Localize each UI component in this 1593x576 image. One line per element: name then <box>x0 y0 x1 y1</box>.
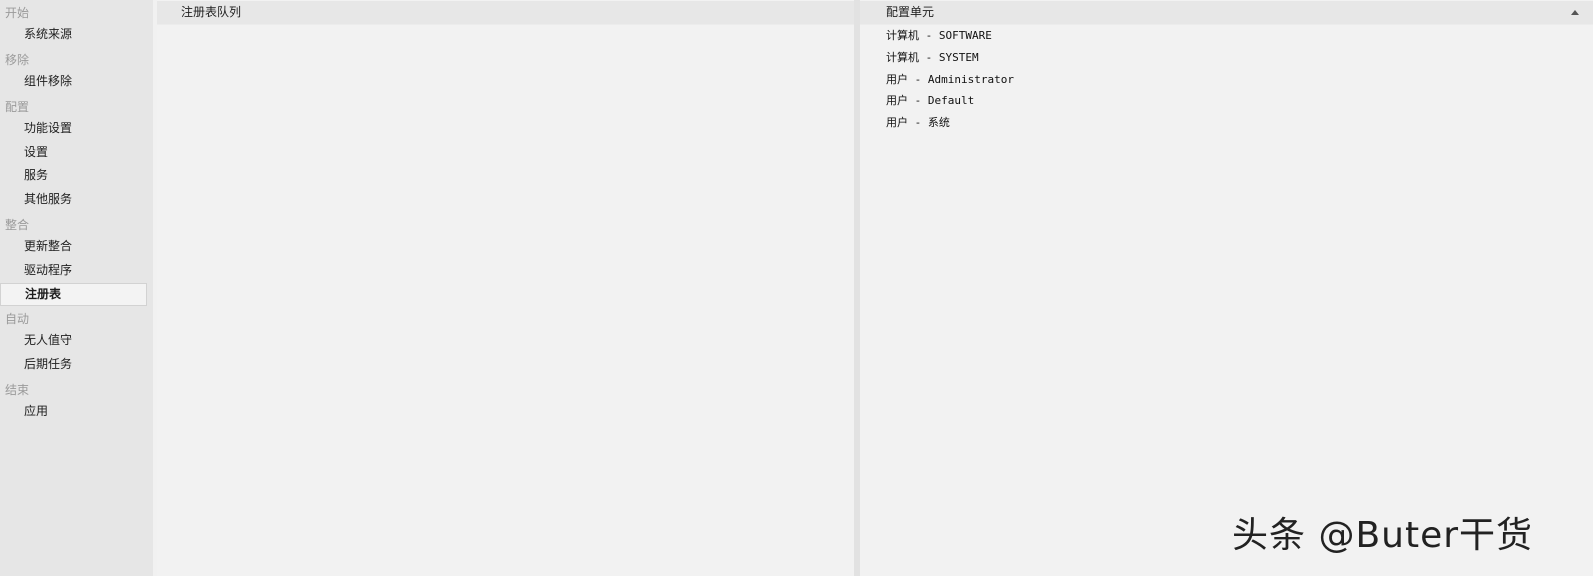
sidebar-item-component-removal[interactable]: 组件移除 <box>0 70 147 93</box>
sidebar-item-services[interactable]: 服务 <box>0 164 147 187</box>
sidebar: 开始 系统来源 移除 组件移除 配置 功能设置 设置 服务 其他服务 整合 更新… <box>0 0 153 576</box>
hive-row-computer-software[interactable]: 计算机 - SOFTWARE <box>886 26 992 46</box>
sidebar-section-start: 开始 <box>5 6 30 20</box>
watermark: 头条 @Buter干货 <box>1232 515 1534 556</box>
hive-column-title: 配置单元 <box>886 5 935 19</box>
sidebar-section-configure: 配置 <box>5 100 30 114</box>
sidebar-item-post-setup[interactable]: 后期任务 <box>0 353 147 376</box>
hive-row-user-administrator[interactable]: 用户 - Administrator <box>886 70 1014 90</box>
sort-ascending-icon <box>1571 10 1579 15</box>
sidebar-item-other-services[interactable]: 其他服务 <box>0 188 147 211</box>
sidebar-section-automate: 自动 <box>5 312 30 326</box>
registry-queue-title: 注册表队列 <box>181 5 242 19</box>
app-window: 开始 系统来源 移除 组件移除 配置 功能设置 设置 服务 其他服务 整合 更新… <box>0 0 1593 576</box>
hive-row-computer-system[interactable]: 计算机 - SYSTEM <box>886 48 979 68</box>
hive-row-user-default[interactable]: 用户 - Default <box>886 91 974 111</box>
sidebar-item-unattended[interactable]: 无人值守 <box>0 329 147 352</box>
sidebar-item-drivers[interactable]: 驱动程序 <box>0 259 147 282</box>
hive-list-pane[interactable]: 配置单元 计算机 - SOFTWARE 计算机 - SYSTEM 用户 - Ad… <box>860 0 1593 576</box>
sidebar-item-features[interactable]: 功能设置 <box>0 117 147 140</box>
registry-queue-pane[interactable]: 注册表队列 <box>157 0 854 576</box>
sidebar-item-settings[interactable]: 设置 <box>0 141 147 164</box>
sidebar-item-system-source[interactable]: 系统来源 <box>0 23 147 46</box>
registry-queue-header[interactable]: 注册表队列 <box>157 1 854 25</box>
sidebar-section-remove: 移除 <box>5 53 30 67</box>
sidebar-section-finish: 结束 <box>5 383 30 397</box>
hive-row-user-system[interactable]: 用户 - 系统 <box>886 113 950 133</box>
sidebar-section-integrate: 整合 <box>5 218 30 232</box>
hive-column-header[interactable]: 配置单元 <box>860 1 1593 25</box>
sidebar-item-update-integration[interactable]: 更新整合 <box>0 235 147 258</box>
sidebar-item-apply[interactable]: 应用 <box>0 400 147 423</box>
sidebar-item-registry[interactable]: 注册表 <box>0 283 147 306</box>
